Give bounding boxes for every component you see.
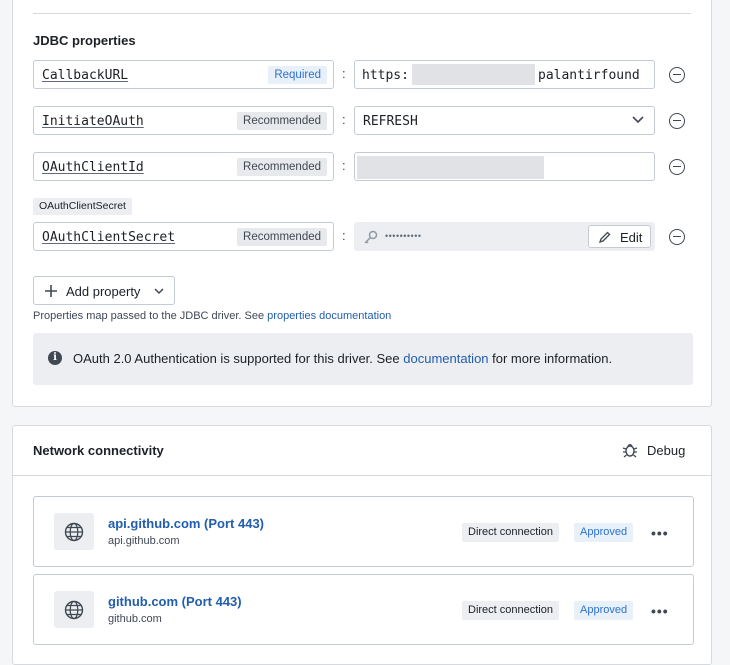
chevron-down-icon [632, 116, 644, 124]
property-key-label: InitiateOAuth [42, 114, 144, 129]
redacted-value [357, 156, 544, 179]
globe-icon-box [54, 513, 94, 550]
edit-label: Edit [620, 230, 643, 245]
properties-documentation-link[interactable]: properties documentation [267, 310, 391, 322]
key-value-separator: : [342, 66, 346, 81]
debug-label: Debug [647, 443, 686, 458]
callout-suffix: for more information. [488, 351, 613, 366]
bug-icon [622, 443, 638, 458]
remove-property-icon[interactable] [669, 67, 685, 83]
remove-property-icon[interactable] [669, 229, 685, 245]
callout-prefix: OAuth 2.0 Authentication is supported fo… [73, 351, 404, 366]
oauth-info-callout: i OAuth 2.0 Authentication is supported … [33, 333, 693, 385]
network-connectivity-title: Network connectivity [33, 443, 164, 458]
status-badge: Approved [574, 523, 634, 542]
recommended-tag: Recommended [237, 228, 327, 246]
recommended-tag: Recommended [237, 158, 327, 176]
globe-icon [64, 600, 84, 620]
recommended-tag: Recommended [237, 112, 327, 130]
pencil-icon [599, 231, 611, 243]
properties-hint: Properties map passed to the JDBC driver… [33, 310, 391, 322]
connection-type-badge: Direct connection [462, 601, 559, 620]
add-property-label: Add property [66, 284, 141, 299]
remove-property-icon[interactable] [669, 159, 685, 175]
redacted-value [412, 64, 535, 85]
remove-property-icon[interactable] [669, 113, 685, 129]
key-icon [364, 230, 378, 244]
property-value-select-initiateoauth[interactable]: REFRESH [354, 106, 655, 135]
network-connectivity-panel: Network connectivity Debug api.github.co… [12, 425, 712, 665]
property-key-label: OAuthClientId [42, 160, 144, 175]
select-value: REFRESH [363, 114, 418, 129]
divider [33, 13, 691, 14]
jdbc-properties-panel: JDBC properties CallbackURL Required : h… [12, 0, 712, 407]
required-tag: Required [268, 66, 327, 84]
hint-text: Properties map passed to the JDBC driver… [33, 310, 268, 322]
plus-icon [45, 285, 57, 297]
property-key-label: CallbackURL [42, 68, 129, 83]
globe-icon [64, 522, 84, 542]
callout-text: OAuth 2.0 Authentication is supported fo… [73, 351, 612, 366]
property-key-callbackurl[interactable]: CallbackURL Required [33, 60, 334, 89]
jdbc-properties-title: JDBC properties [33, 33, 136, 48]
globe-icon-box [54, 591, 94, 628]
value-suffix: palantirfound [538, 68, 640, 83]
value-prefix: https: [362, 68, 409, 83]
divider [13, 475, 711, 476]
add-property-button[interactable]: Add property [33, 276, 175, 305]
network-item-host: github.com [108, 613, 162, 625]
property-value-callbackurl[interactable]: https: palantirfound [354, 60, 655, 89]
network-item-title[interactable]: github.com (Port 443) [108, 594, 242, 609]
key-value-separator: : [342, 228, 346, 243]
info-icon: i [48, 351, 62, 365]
property-key-label: OAuthClientSecret [42, 230, 176, 245]
connection-type-badge: Direct connection [462, 523, 559, 542]
more-options-icon[interactable]: ••• [651, 603, 669, 619]
key-value-separator: : [342, 112, 346, 127]
documentation-link[interactable]: documentation [403, 351, 488, 366]
secret-label-tag: OAuthClientSecret [33, 198, 132, 215]
key-value-separator: : [342, 158, 346, 173]
property-value-oauthclientid[interactable] [354, 152, 655, 181]
chevron-down-icon [154, 288, 164, 295]
property-key-oauthclientsecret[interactable]: OAuthClientSecret Recommended [33, 222, 334, 251]
property-value-secret: •••••••••• Edit [354, 222, 655, 251]
network-item-title[interactable]: api.github.com (Port 443) [108, 516, 264, 531]
edit-secret-button[interactable]: Edit [588, 225, 651, 248]
network-item-host: api.github.com [108, 535, 180, 547]
network-item[interactable]: github.com (Port 443) github.com Direct … [33, 574, 694, 645]
property-key-oauthclientid[interactable]: OAuthClientId Recommended [33, 152, 334, 181]
more-options-icon[interactable]: ••• [651, 525, 669, 541]
network-item[interactable]: api.github.com (Port 443) api.github.com… [33, 496, 694, 567]
masked-secret: •••••••••• [385, 231, 422, 241]
property-key-initiateoauth[interactable]: InitiateOAuth Recommended [33, 106, 334, 135]
status-badge: Approved [574, 601, 634, 620]
